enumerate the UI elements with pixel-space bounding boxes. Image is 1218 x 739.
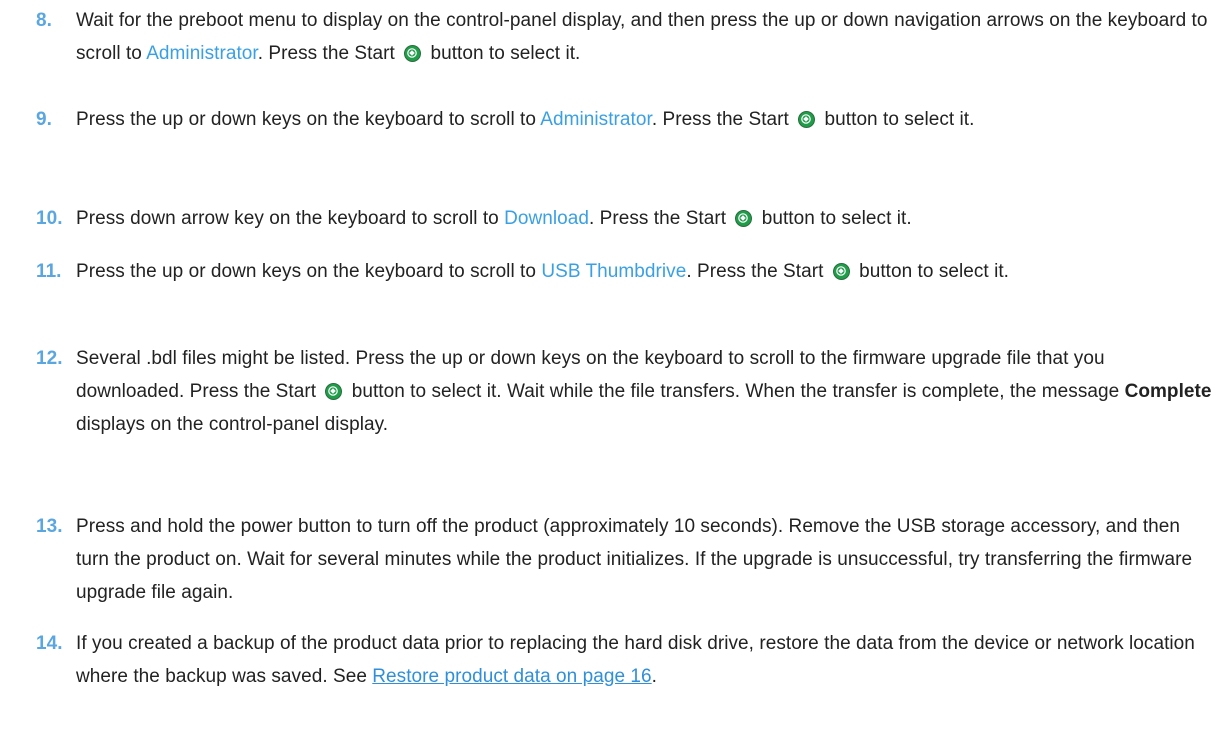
step-text: Wait for the preboot menu to display on … (76, 10, 1208, 64)
message-complete: Complete (1124, 381, 1212, 402)
start-button-icon (404, 45, 422, 62)
step-14: 14. If you created a backup of the produ… (36, 627, 1216, 693)
step-text: Several .bdl files might be listed. Pres… (76, 348, 1212, 435)
step-text: Press down arrow key on the keyboard to … (76, 208, 912, 229)
step-13: 13. Press and hold the power button to t… (36, 510, 1216, 609)
start-button-icon (832, 263, 850, 280)
step-text: Press the up or down keys on the keyboar… (76, 261, 1010, 282)
menu-item-administrator: Administrator (540, 109, 652, 130)
restore-product-data-link[interactable]: Restore product data on page 16 (372, 666, 651, 687)
step-number: 13. (36, 516, 63, 537)
menu-item-administrator: Administrator (146, 43, 258, 64)
step-number: 14. (36, 633, 63, 654)
step-11: 11. Press the up or down keys on the key… (36, 255, 1216, 288)
menu-item-download: Download (504, 208, 589, 229)
step-text: Press and hold the power button to turn … (76, 516, 1193, 603)
step-number: 8. (36, 10, 52, 31)
step-text: If you created a backup of the product d… (76, 633, 1195, 687)
step-12: 12. Several .bdl files might be listed. … (36, 342, 1216, 441)
step-text: Press the up or down keys on the keyboar… (76, 109, 975, 130)
start-button-icon (325, 383, 343, 400)
step-number: 9. (36, 109, 52, 130)
menu-item-usb-thumbdrive: USB Thumbdrive (541, 261, 687, 282)
step-9: 9. Press the up or down keys on the keyb… (36, 103, 1216, 136)
step-10: 10. Press down arrow key on the keyboard… (36, 202, 1216, 235)
step-number: 12. (36, 348, 63, 369)
step-8: 8. Wait for the preboot menu to display … (36, 4, 1216, 70)
start-button-icon (798, 111, 816, 128)
step-number: 11. (36, 261, 62, 282)
step-number: 10. (36, 208, 63, 229)
start-button-icon (735, 210, 753, 227)
